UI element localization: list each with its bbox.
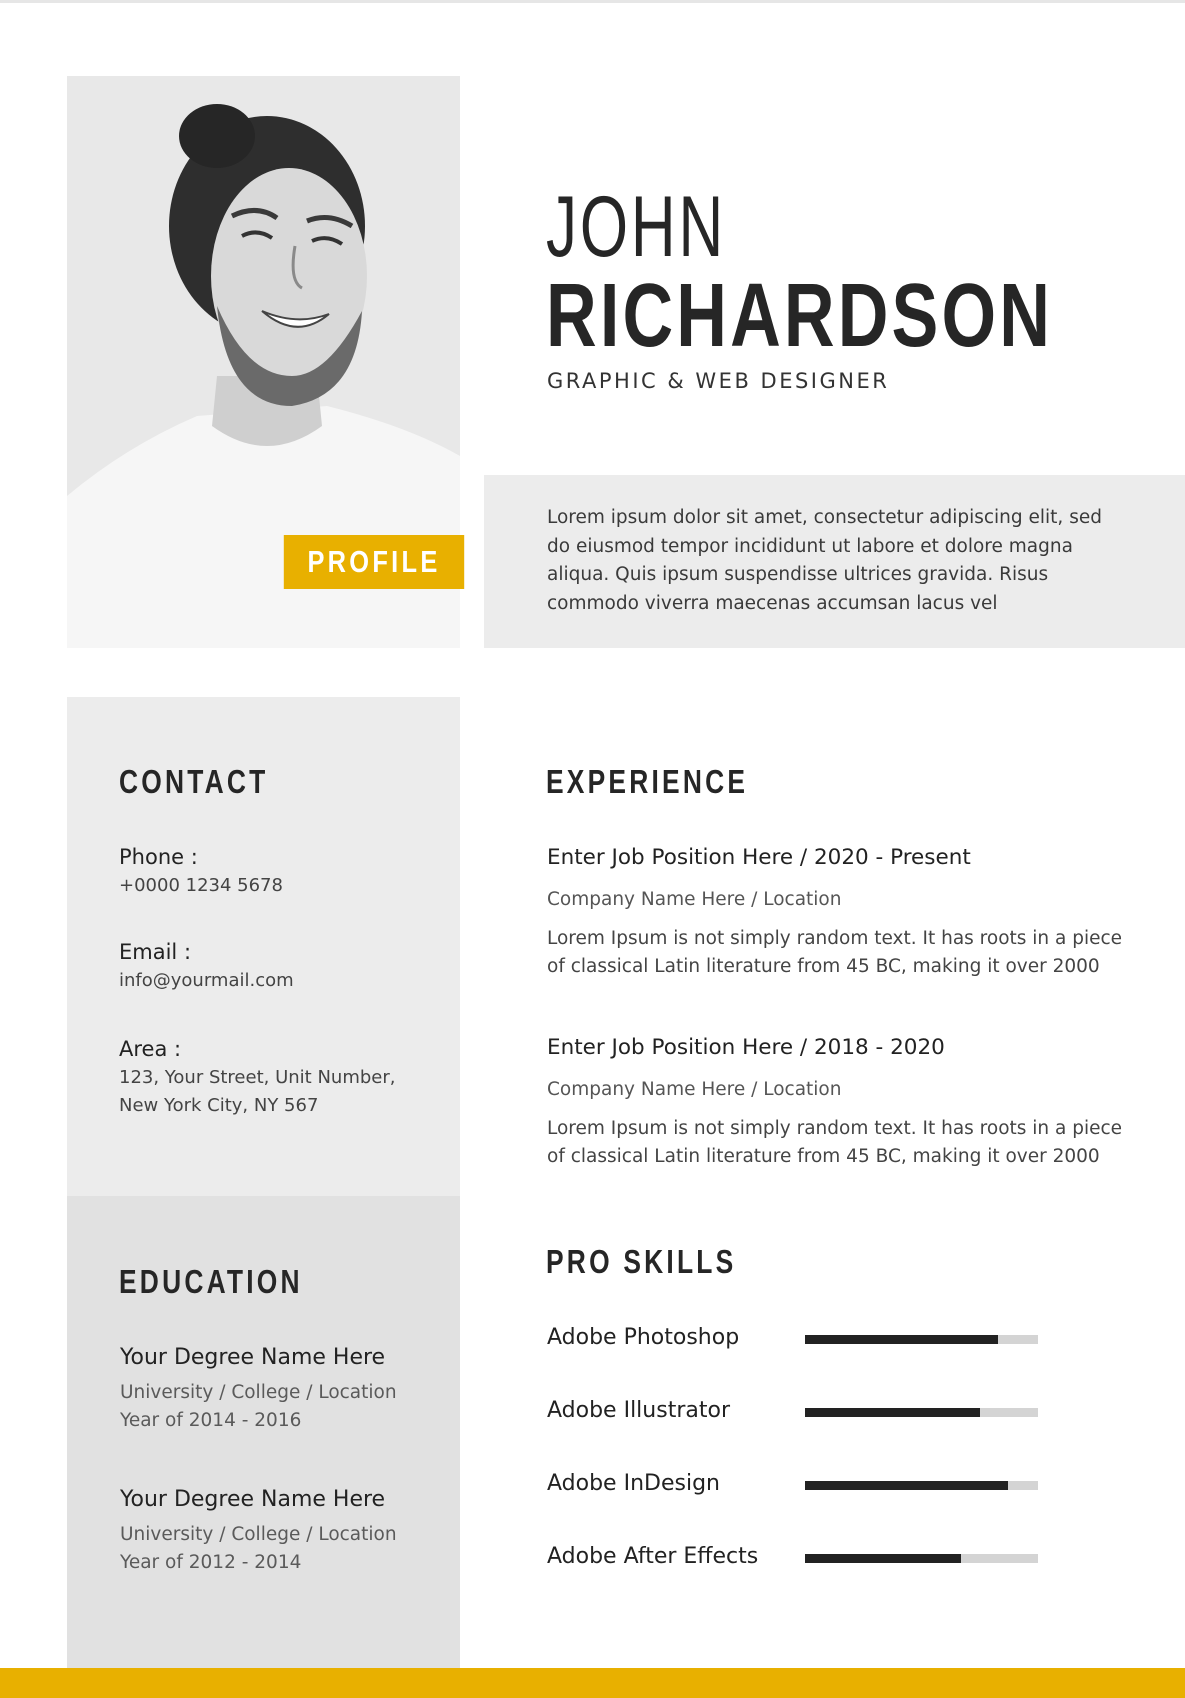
exp-desc-2a: Lorem Ipsum is not simply random text. I… — [547, 1118, 1123, 1139]
education-heading: EDUCATION — [119, 1263, 303, 1300]
edu-degree-1: Your Degree Name Here — [120, 1345, 386, 1370]
skill-name-2: Adobe Illustrator — [547, 1398, 730, 1423]
edu-school-1: University / College / Location — [120, 1382, 397, 1403]
exp-title-2: Enter Job Position Here / 2018 - 2020 — [547, 1035, 945, 1060]
profile-tag: PROFILE — [283, 535, 465, 589]
contact-heading: CONTACT — [119, 763, 269, 800]
skill-fill-2 — [805, 1408, 980, 1417]
email-label: Email : — [119, 940, 192, 964]
exp-company-2: Company Name Here / Location — [547, 1079, 842, 1100]
area-label: Area : — [119, 1037, 182, 1061]
exp-company-1: Company Name Here / Location — [547, 889, 842, 910]
skill-fill-1 — [805, 1335, 999, 1344]
skill-bar-3 — [805, 1481, 1038, 1490]
phone-value: +0000 1234 5678 — [119, 875, 283, 896]
exp-title-1: Enter Job Position Here / 2020 - Present — [547, 845, 971, 870]
skill-fill-4 — [805, 1554, 962, 1563]
skill-bar-4 — [805, 1554, 1038, 1563]
skill-bar-2 — [805, 1408, 1038, 1417]
skill-name-4: Adobe After Effects — [547, 1544, 759, 1569]
area-line-2: New York City, NY 567 — [119, 1095, 319, 1116]
skill-name-1: Adobe Photoshop — [547, 1325, 740, 1350]
skill-fill-3 — [805, 1481, 1008, 1490]
edu-years-2: Year of 2012 - 2014 — [120, 1552, 302, 1573]
exp-desc-1b: of classical Latin literature from 45 BC… — [547, 956, 1100, 977]
top-border — [0, 0, 1185, 3]
footer-accent-bar — [0, 1668, 1185, 1698]
job-title: GRAPHIC & WEB DESIGNER — [547, 369, 890, 393]
exp-desc-1a: Lorem Ipsum is not simply random text. I… — [547, 928, 1123, 949]
last-name: RICHARDSON — [546, 266, 1054, 366]
skill-bar-1 — [805, 1335, 1038, 1344]
first-name: JOHN — [546, 179, 727, 275]
edu-school-2: University / College / Location — [120, 1524, 397, 1545]
area-line-1: 123, Your Street, Unit Number, — [119, 1067, 396, 1088]
email-value: info@yourmail.com — [119, 970, 294, 991]
edu-years-1: Year of 2014 - 2016 — [120, 1410, 302, 1431]
profile-summary: Lorem ipsum dolor sit amet, consectetur … — [547, 507, 1102, 614]
exp-desc-2b: of classical Latin literature from 45 BC… — [547, 1146, 1100, 1167]
experience-heading: EXPERIENCE — [546, 763, 749, 800]
skills-heading: PRO SKILLS — [546, 1243, 737, 1280]
skill-name-3: Adobe InDesign — [547, 1471, 720, 1496]
phone-label: Phone : — [119, 845, 198, 869]
edu-degree-2: Your Degree Name Here — [120, 1487, 386, 1512]
